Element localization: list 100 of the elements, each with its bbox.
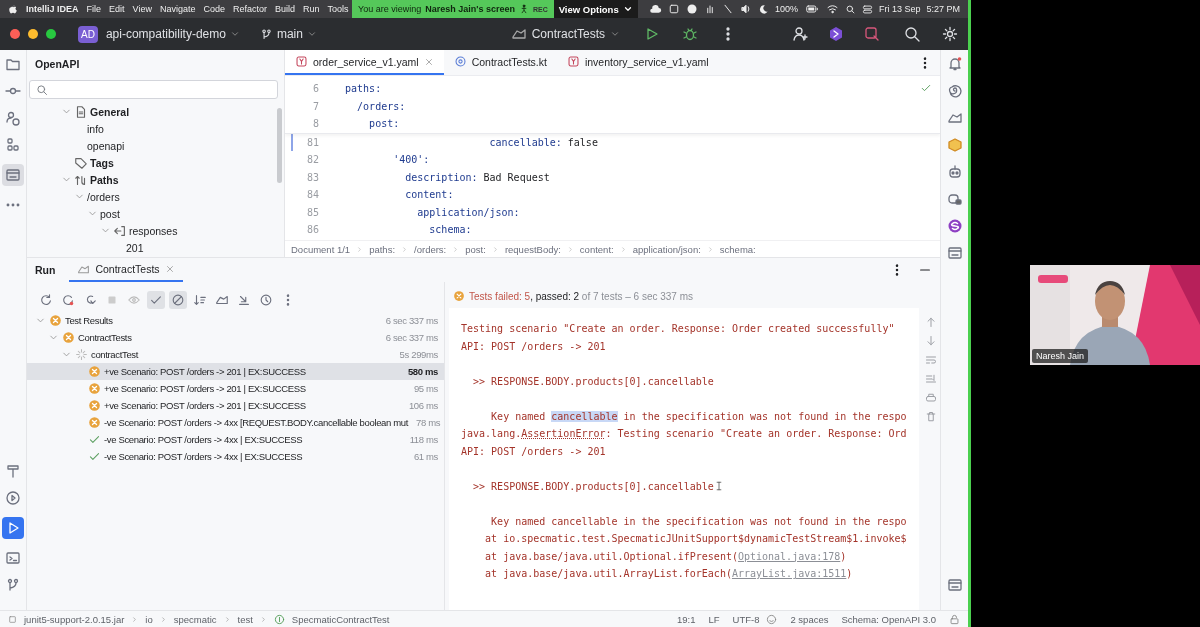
status-item[interactable]: 2 spaces bbox=[790, 613, 829, 625]
code-key: paths: bbox=[333, 83, 382, 95]
test-name: contractTest bbox=[91, 349, 139, 360]
line-number: 85 bbox=[305, 206, 320, 218]
test-row[interactable]: -ve Scenario: POST /orders -> 4xx | EX:SUCCESS 118 ms bbox=[27, 431, 444, 448]
test-row[interactable]: +ve Scenario: POST /orders -> 201 | EX:SUCCESS 106 ms bbox=[27, 397, 444, 414]
test-row[interactable]: -ve Scenario: POST /orders -> 4xx | EX:SUCCESS 61 ms bbox=[27, 448, 444, 465]
menu-item[interactable]: Refactor bbox=[232, 4, 267, 14]
test-name: -ve Scenario: POST /orders -> 4xx [REQUEST.BODY.cancellable boolean mut bbox=[104, 417, 409, 428]
clock-date: Fri 13 Sep bbox=[878, 4, 921, 14]
banner-text: You are viewing bbox=[358, 4, 422, 14]
test-name: +ve Scenario: POST /orders -> 201 | EX:SUCCESS bbox=[104, 366, 306, 377]
tree-item[interactable]: General bbox=[90, 105, 130, 118]
battery-percent: 100% bbox=[774, 4, 798, 14]
tree-item[interactable]: openapi bbox=[87, 139, 125, 152]
breadcrumb[interactable]: schema: bbox=[719, 243, 756, 255]
line-number: 86 bbox=[305, 224, 320, 236]
console-line: at io.specmatic.test.SpecmaticJUnitSupport$dynamicTestStream$1.invoke$ bbox=[484, 533, 907, 545]
line-number: 84 bbox=[305, 189, 320, 201]
path-segment[interactable]: specmatic bbox=[173, 613, 217, 625]
path-segment[interactable]: io bbox=[145, 613, 153, 625]
test-row[interactable]: +ve Scenario: POST /orders -> 201 | EX:SUCCESS 95 ms bbox=[27, 380, 444, 397]
console-line: >> RESPONSE.BODY.products[0].cancellable bbox=[472, 480, 714, 492]
test-row[interactable]: ContractTests 6 sec 337 ms bbox=[27, 329, 444, 346]
breadcrumb[interactable]: post: bbox=[465, 243, 486, 255]
status-item[interactable]: LF bbox=[708, 613, 720, 625]
breadcrumb[interactable]: content: bbox=[579, 243, 614, 255]
code-key: content: bbox=[333, 189, 454, 201]
clock-time: 5:27 PM bbox=[926, 4, 960, 14]
tree-item[interactable]: info bbox=[87, 122, 104, 135]
test-summary: Tests failed: 5, passed: 2 of 7 tests – 6 sec 337 ms bbox=[469, 290, 694, 302]
console-line: API: POST /orders -> 201 bbox=[461, 340, 606, 352]
test-duration: 61 ms bbox=[412, 451, 438, 462]
line-number: 7 bbox=[311, 100, 320, 112]
test-duration: 6 sec 337 ms bbox=[384, 332, 438, 343]
console-line: >> RESPONSE.BODY.products[0].cancellable bbox=[472, 375, 714, 387]
tree-item[interactable]: post bbox=[100, 207, 120, 220]
menu-item[interactable]: IntelliJ IDEA bbox=[26, 4, 79, 14]
menu-item[interactable]: Run bbox=[303, 4, 320, 14]
status-item[interactable]: Schema: OpenAPI 3.0 bbox=[841, 613, 936, 625]
test-row[interactable]: -ve Scenario: POST /orders -> 4xx [REQUEST.BODY.cancellable boolean mut 78 ms bbox=[27, 414, 444, 431]
test-duration: 5s 299ms bbox=[398, 349, 438, 360]
test-row[interactable]: Test Results 6 sec 337 ms bbox=[27, 312, 444, 329]
test-duration: 106 ms bbox=[407, 400, 438, 411]
breadcrumb[interactable]: /orders: bbox=[414, 243, 447, 255]
menu-item[interactable]: File bbox=[86, 4, 102, 14]
code-key: application/json: bbox=[333, 206, 520, 218]
line-number: 81 bbox=[305, 136, 320, 148]
breadcrumb[interactable]: requestBody: bbox=[504, 243, 561, 255]
console-line: at java.base/java.util.ArrayList.forEach(ArrayList.java:1511) bbox=[484, 568, 853, 580]
status-item[interactable]: UTF-8 bbox=[732, 613, 760, 625]
presenter-name: Naresh Jain's screen bbox=[425, 4, 515, 14]
tree-item[interactable]: /orders bbox=[87, 190, 120, 203]
line-number: 6 bbox=[311, 83, 320, 95]
file-tab[interactable]: inventory_service_v1.yaml bbox=[556, 50, 719, 75]
menu-item[interactable]: Navigate bbox=[159, 4, 196, 14]
test-name: -ve Scenario: POST /orders -> 4xx | EX:SUCCESS bbox=[104, 451, 303, 462]
test-duration: 118 ms bbox=[408, 434, 438, 445]
breadcrumb[interactable]: application/json: bbox=[632, 243, 701, 255]
code-key: /orders: bbox=[333, 100, 406, 112]
console-line: Testing scenario "Create an order. Response: Order created successfully" bbox=[461, 323, 895, 335]
branch-name[interactable]: main bbox=[276, 27, 303, 41]
menu-item[interactable]: Edit bbox=[109, 4, 125, 14]
breadcrumb[interactable]: Document 1/1 bbox=[291, 243, 351, 255]
tree-item[interactable]: Paths bbox=[90, 173, 119, 186]
console-line: java.lang.AssertionError: Testing scenario "Create an order. Response: Ord bbox=[461, 428, 907, 440]
file-tab[interactable]: order_service_v1.yaml bbox=[285, 50, 444, 75]
run-tab[interactable]: ContractTests bbox=[69, 258, 183, 282]
panel-title: OpenAPI bbox=[34, 57, 81, 72]
menu-item[interactable]: Tools bbox=[327, 4, 349, 14]
path-segment[interactable]: test bbox=[237, 613, 253, 625]
test-duration: 95 ms bbox=[412, 383, 438, 394]
project-name[interactable]: api-compatibility-demo bbox=[105, 27, 226, 41]
run-config-name[interactable]: ContractTests bbox=[531, 27, 605, 41]
test-row[interactable]: +ve Scenario: POST /orders -> 201 | EX:SUCCESS 580 ms bbox=[27, 363, 444, 380]
test-name: +ve Scenario: POST /orders -> 201 | EX:SUCCESS bbox=[104, 400, 306, 411]
tree-item[interactable]: Tags bbox=[90, 156, 114, 169]
tree-item[interactable]: 201 bbox=[126, 241, 144, 254]
view-options-button[interactable]: View Options bbox=[553, 0, 638, 18]
path-segment[interactable]: junit5-support-2.0.15.jar bbox=[24, 613, 125, 625]
test-row[interactable]: contractTest 5s 299ms bbox=[27, 346, 444, 363]
panel-title: Run bbox=[35, 264, 56, 276]
code-key: '400': bbox=[333, 154, 430, 166]
console-line: Key named cancellable in the specification was not found in the respo bbox=[490, 515, 907, 527]
status-item[interactable]: 19:1 bbox=[676, 613, 696, 625]
test-name: ContractTests bbox=[78, 332, 132, 343]
code-key: post: bbox=[333, 118, 400, 130]
console-line: Key named cancellable in the specification was not found in the respo bbox=[490, 410, 907, 422]
menu-item[interactable]: Build bbox=[274, 4, 295, 14]
path-segment[interactable]: SpecmaticContractTest bbox=[291, 613, 390, 625]
menu-item[interactable]: Code bbox=[203, 4, 225, 14]
breadcrumb[interactable]: paths: bbox=[369, 243, 396, 255]
console-line: API: POST /orders -> 201 bbox=[461, 445, 606, 457]
code-key: cancellable: bbox=[333, 136, 562, 148]
file-tab[interactable]: ContractTests.kt bbox=[443, 50, 557, 75]
line-number: 83 bbox=[305, 171, 320, 183]
tree-item[interactable]: responses bbox=[129, 224, 178, 237]
menu-item[interactable]: View bbox=[132, 4, 152, 14]
code-value: false bbox=[566, 136, 598, 148]
code-key: description: bbox=[333, 171, 478, 183]
